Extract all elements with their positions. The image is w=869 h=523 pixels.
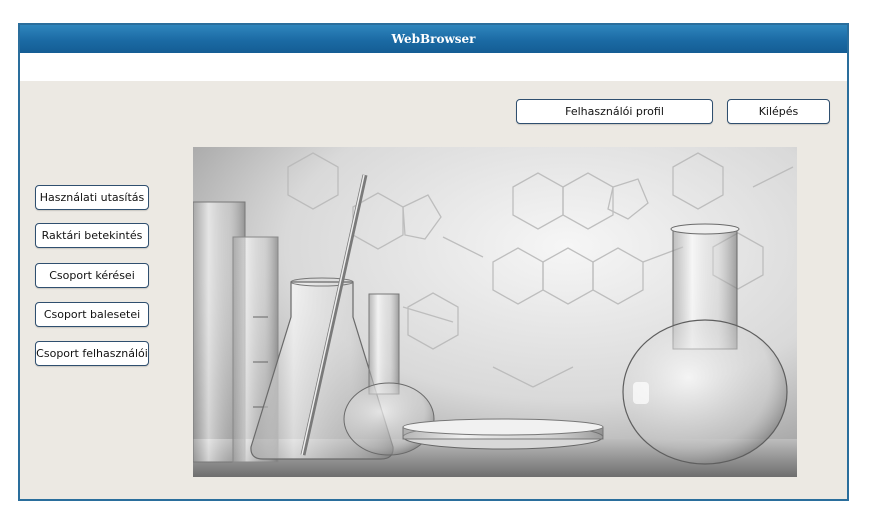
main-content: Felhasználói profil Kilépés Használati u… bbox=[20, 81, 847, 499]
app-window: WebBrowser Felhasználói profil Kilépés H… bbox=[18, 23, 849, 501]
sidebar-item-group-users[interactable]: Csoport felhasználói bbox=[35, 341, 149, 366]
sidebar-item-usage-guide[interactable]: Használati utasítás bbox=[35, 185, 149, 210]
sidebar-item-group-accidents[interactable]: Csoport balesetei bbox=[35, 302, 149, 327]
window-titlebar: WebBrowser bbox=[20, 25, 847, 53]
sidebar-item-group-requests[interactable]: Csoport kérései bbox=[35, 263, 149, 288]
window-title: WebBrowser bbox=[391, 32, 476, 46]
logout-button[interactable]: Kilépés bbox=[727, 99, 830, 124]
toolbar-strip bbox=[20, 53, 847, 81]
lab-glassware-image bbox=[193, 147, 797, 477]
sidebar-item-inventory[interactable]: Raktári betekintés bbox=[35, 223, 149, 248]
profile-button[interactable]: Felhasználói profil bbox=[516, 99, 713, 124]
